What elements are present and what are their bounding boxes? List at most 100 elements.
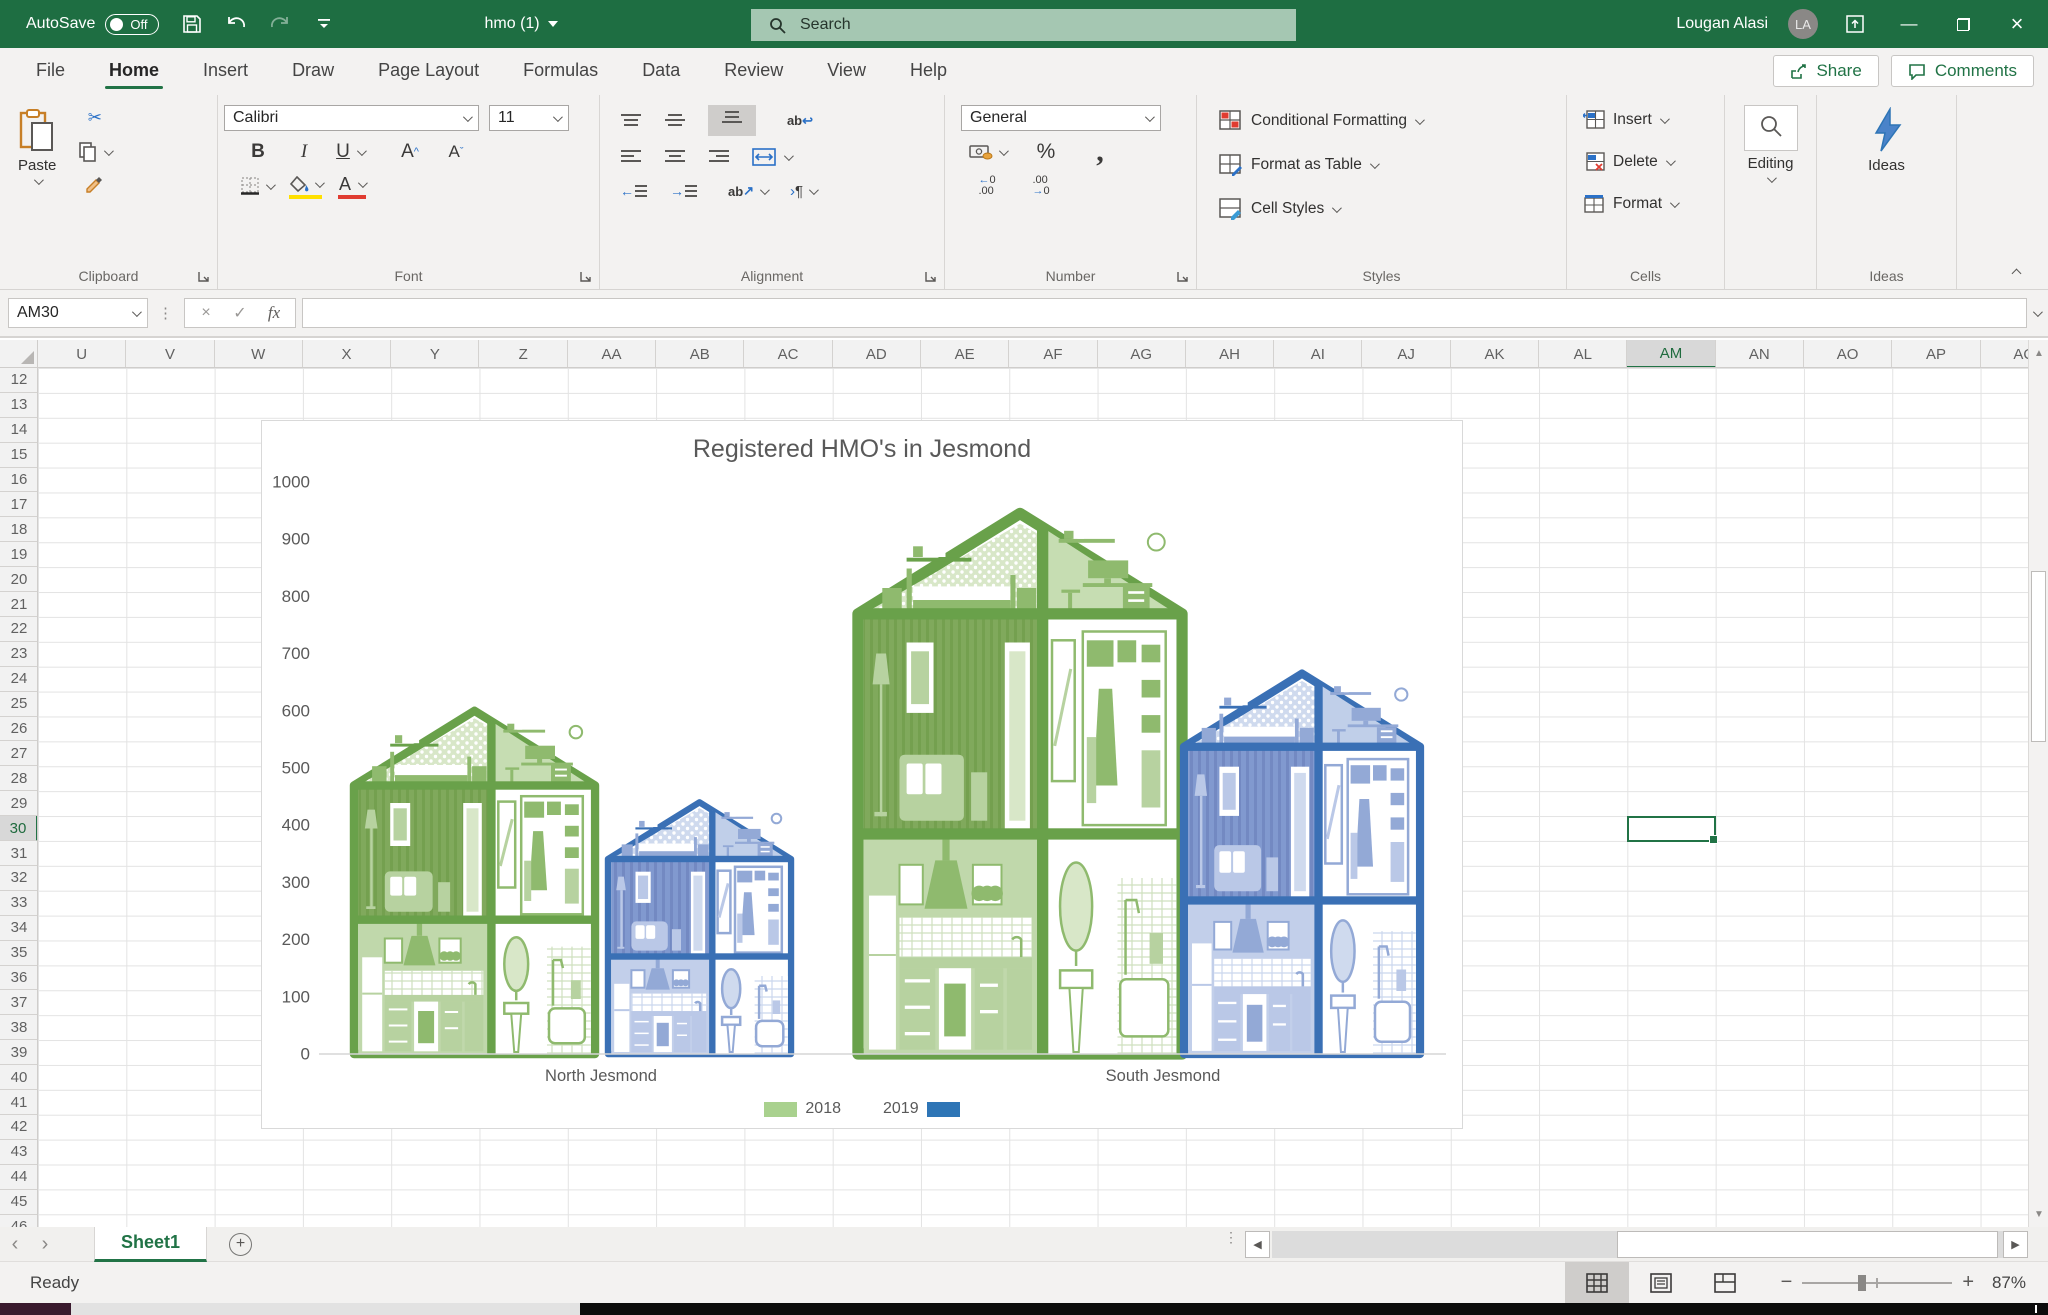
row-header-33[interactable]: 33: [0, 891, 38, 916]
row-header-40[interactable]: 40: [0, 1065, 38, 1090]
enter-formula-icon[interactable]: ✓: [225, 303, 255, 323]
tab-formulas[interactable]: Formulas: [505, 52, 616, 91]
restore-button[interactable]: [1946, 7, 1980, 41]
comments-button[interactable]: Comments: [1891, 55, 2034, 87]
bar-north-jesmond-2018[interactable]: [354, 711, 595, 1054]
row-header-36[interactable]: 36: [0, 966, 38, 991]
column-header-AF[interactable]: AF: [1009, 340, 1097, 368]
format-as-table-button[interactable]: Format as Table: [1215, 149, 1560, 181]
middle-align-icon[interactable]: [664, 113, 686, 129]
copy-icon[interactable]: [78, 139, 111, 165]
zoom-level[interactable]: 87%: [1988, 1273, 2048, 1293]
row-header-21[interactable]: 21: [0, 592, 38, 617]
zoom-slider[interactable]: [1802, 1282, 1952, 1284]
row-header-13[interactable]: 13: [0, 393, 38, 418]
column-header-U[interactable]: U: [38, 340, 126, 368]
column-header-AI[interactable]: AI: [1274, 340, 1362, 368]
row-header-19[interactable]: 19: [0, 542, 38, 567]
row-header-43[interactable]: 43: [0, 1140, 38, 1165]
delete-cells-button[interactable]: Delete: [1579, 147, 1718, 177]
vertical-scrollbar[interactable]: ▲ ▼: [2028, 340, 2048, 1227]
editing-button[interactable]: Editing: [1731, 101, 1810, 249]
row-header-37[interactable]: 37: [0, 991, 38, 1016]
row-header-31[interactable]: 31: [0, 841, 38, 866]
ideas-button[interactable]: Ideas: [1823, 101, 1950, 249]
autosave-toggle[interactable]: AutoSave Off: [26, 14, 159, 35]
merge-center-button[interactable]: [752, 144, 791, 170]
bold-button[interactable]: B: [244, 139, 272, 165]
sheet-nav-left-icon[interactable]: ‹: [0, 1233, 30, 1256]
alignment-dialog-launcher-icon[interactable]: [924, 270, 937, 283]
row-header-34[interactable]: 34: [0, 916, 38, 941]
close-button[interactable]: ×: [2000, 7, 2034, 41]
align-center-icon[interactable]: [664, 149, 686, 165]
zoom-out-icon[interactable]: −: [1781, 1271, 1793, 1294]
row-header-23[interactable]: 23: [0, 642, 38, 667]
add-sheet-button[interactable]: +: [229, 1233, 252, 1256]
column-header-AN[interactable]: AN: [1716, 340, 1804, 368]
user-name[interactable]: Lougan Alasi: [1676, 15, 1768, 33]
decrease-decimal-icon[interactable]: .00→0: [1027, 173, 1055, 199]
zoom-slider-thumb[interactable]: [1858, 1275, 1866, 1291]
column-header-AO[interactable]: AO: [1804, 340, 1892, 368]
bottom-align-button[interactable]: [708, 105, 756, 136]
tab-view[interactable]: View: [809, 52, 884, 91]
fill-color-button[interactable]: [289, 173, 322, 199]
font-dialog-launcher-icon[interactable]: [579, 270, 592, 283]
horizontal-scrollbar[interactable]: [1272, 1231, 2028, 1258]
cut-icon[interactable]: ✂: [78, 105, 111, 131]
column-header-AH[interactable]: AH: [1186, 340, 1274, 368]
expand-formula-bar-icon[interactable]: [2033, 307, 2043, 317]
row-header-46[interactable]: 46: [0, 1215, 38, 1227]
row-header-27[interactable]: 27: [0, 742, 38, 767]
format-painter-icon[interactable]: [78, 173, 111, 199]
share-button[interactable]: Share: [1773, 55, 1878, 87]
tab-help[interactable]: Help: [892, 52, 965, 91]
chart[interactable]: 01002003004005006007008009001000North Je…: [261, 420, 1463, 1129]
minimize-button[interactable]: —: [1892, 7, 1926, 41]
search-input[interactable]: Search: [751, 9, 1296, 41]
increase-decimal-icon[interactable]: ←0.00: [973, 173, 1001, 199]
orientation-button[interactable]: ab↗: [728, 178, 767, 204]
tab-data[interactable]: Data: [624, 52, 698, 91]
top-align-icon[interactable]: [620, 113, 642, 129]
row-header-12[interactable]: 12: [0, 368, 38, 393]
row-header-15[interactable]: 15: [0, 443, 38, 468]
undo-icon[interactable]: [225, 14, 247, 34]
row-header-26[interactable]: 26: [0, 717, 38, 742]
font-color-button[interactable]: A: [338, 173, 366, 199]
horizontal-scrollbar-thumb[interactable]: [1617, 1231, 1998, 1258]
row-header-32[interactable]: 32: [0, 866, 38, 891]
cancel-formula-icon[interactable]: ×: [191, 304, 221, 322]
column-header-X[interactable]: X: [303, 340, 391, 368]
column-header-AM[interactable]: AM: [1627, 340, 1715, 368]
ribbon-display-options-icon[interactable]: [1838, 7, 1872, 41]
font-size-select[interactable]: 11: [489, 105, 569, 131]
column-header-AE[interactable]: AE: [921, 340, 1009, 368]
column-header-AQ[interactable]: AQ: [1981, 340, 2028, 368]
bar-south-jesmond-2018[interactable]: [858, 513, 1182, 1054]
column-header-AC[interactable]: AC: [744, 340, 832, 368]
row-header-20[interactable]: 20: [0, 567, 38, 592]
document-title[interactable]: hmo (1): [485, 15, 558, 33]
row-header-41[interactable]: 41: [0, 1090, 38, 1115]
row-header-14[interactable]: 14: [0, 418, 38, 443]
paste-button[interactable]: Paste: [6, 101, 68, 249]
zoom-in-icon[interactable]: +: [1962, 1271, 1974, 1294]
row-header-45[interactable]: 45: [0, 1190, 38, 1215]
insert-function-icon[interactable]: fx: [259, 303, 289, 323]
column-header-AJ[interactable]: AJ: [1363, 340, 1451, 368]
insert-cells-button[interactable]: Insert: [1579, 105, 1718, 135]
wrap-text-button[interactable]: ab↩: [786, 108, 814, 134]
row-header-30[interactable]: 30: [0, 816, 38, 841]
legend-item-2019[interactable]: 2019: [883, 1100, 960, 1118]
sheet-nav-right-icon[interactable]: ›: [30, 1233, 60, 1256]
increase-font-size-button[interactable]: A^: [396, 139, 424, 165]
vertical-scrollbar-thumb[interactable]: [2031, 571, 2046, 742]
bar-south-jesmond-2019[interactable]: [1184, 674, 1420, 1054]
conditional-formatting-button[interactable]: Conditional Formatting: [1215, 105, 1560, 137]
scroll-up-icon[interactable]: ▲: [2029, 340, 2048, 366]
page-layout-view-button[interactable]: [1629, 1262, 1693, 1303]
comma-style-button[interactable]: ,: [1086, 139, 1114, 165]
accounting-format-button[interactable]: [969, 139, 1006, 165]
